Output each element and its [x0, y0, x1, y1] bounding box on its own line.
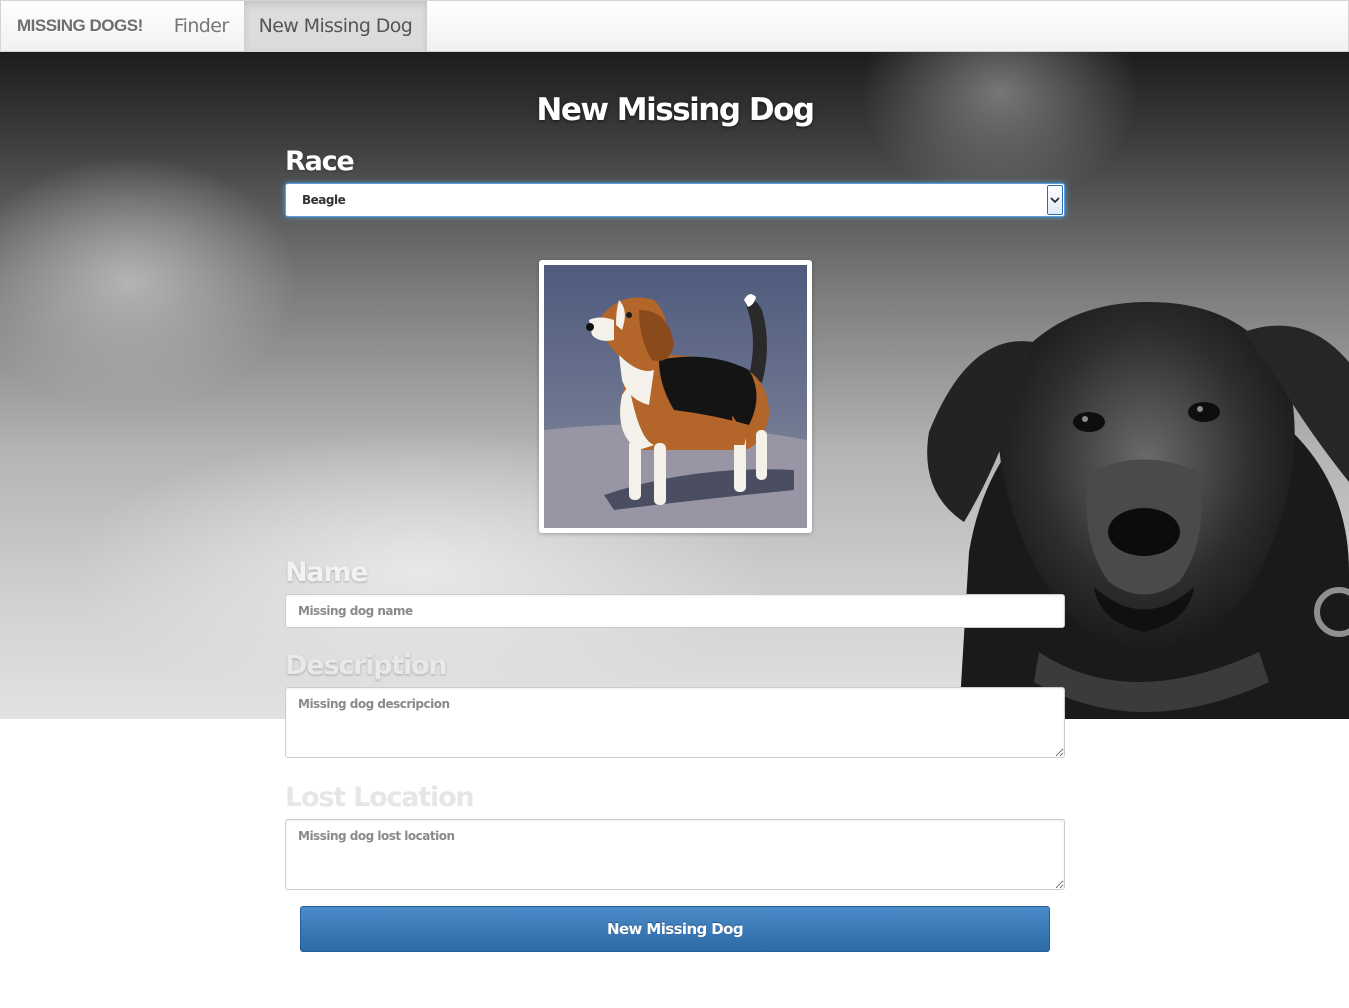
- top-navbar: MISSING DOGS! Finder New Missing Dog: [0, 0, 1349, 52]
- name-label: Name: [285, 557, 369, 588]
- race-select-value: Beagle: [302, 193, 346, 207]
- race-select[interactable]: Beagle: [285, 183, 1065, 217]
- nav-item-finder[interactable]: Finder: [159, 1, 244, 51]
- race-photo: [538, 260, 812, 533]
- description-textarea[interactable]: [285, 687, 1065, 758]
- page-title: New Missing Dog: [536, 92, 815, 128]
- description-label: Description: [285, 650, 448, 681]
- name-input[interactable]: [285, 594, 1065, 628]
- nav-item-new-missing-dog[interactable]: New Missing Dog: [243, 1, 428, 51]
- new-missing-dog-form: New Missing Dog Race Beagle Name Missing…: [285, 52, 1065, 952]
- submit-new-missing-dog-button[interactable]: New Missing Dog: [300, 906, 1050, 952]
- brand-link[interactable]: MISSING DOGS!: [1, 1, 159, 51]
- race-label: Race: [285, 146, 355, 177]
- lost-location-textarea[interactable]: [285, 819, 1065, 890]
- chevron-down-icon[interactable]: [1047, 185, 1063, 215]
- beagle-photo: [543, 265, 807, 528]
- lost-location-label: Lost Location: [285, 782, 475, 813]
